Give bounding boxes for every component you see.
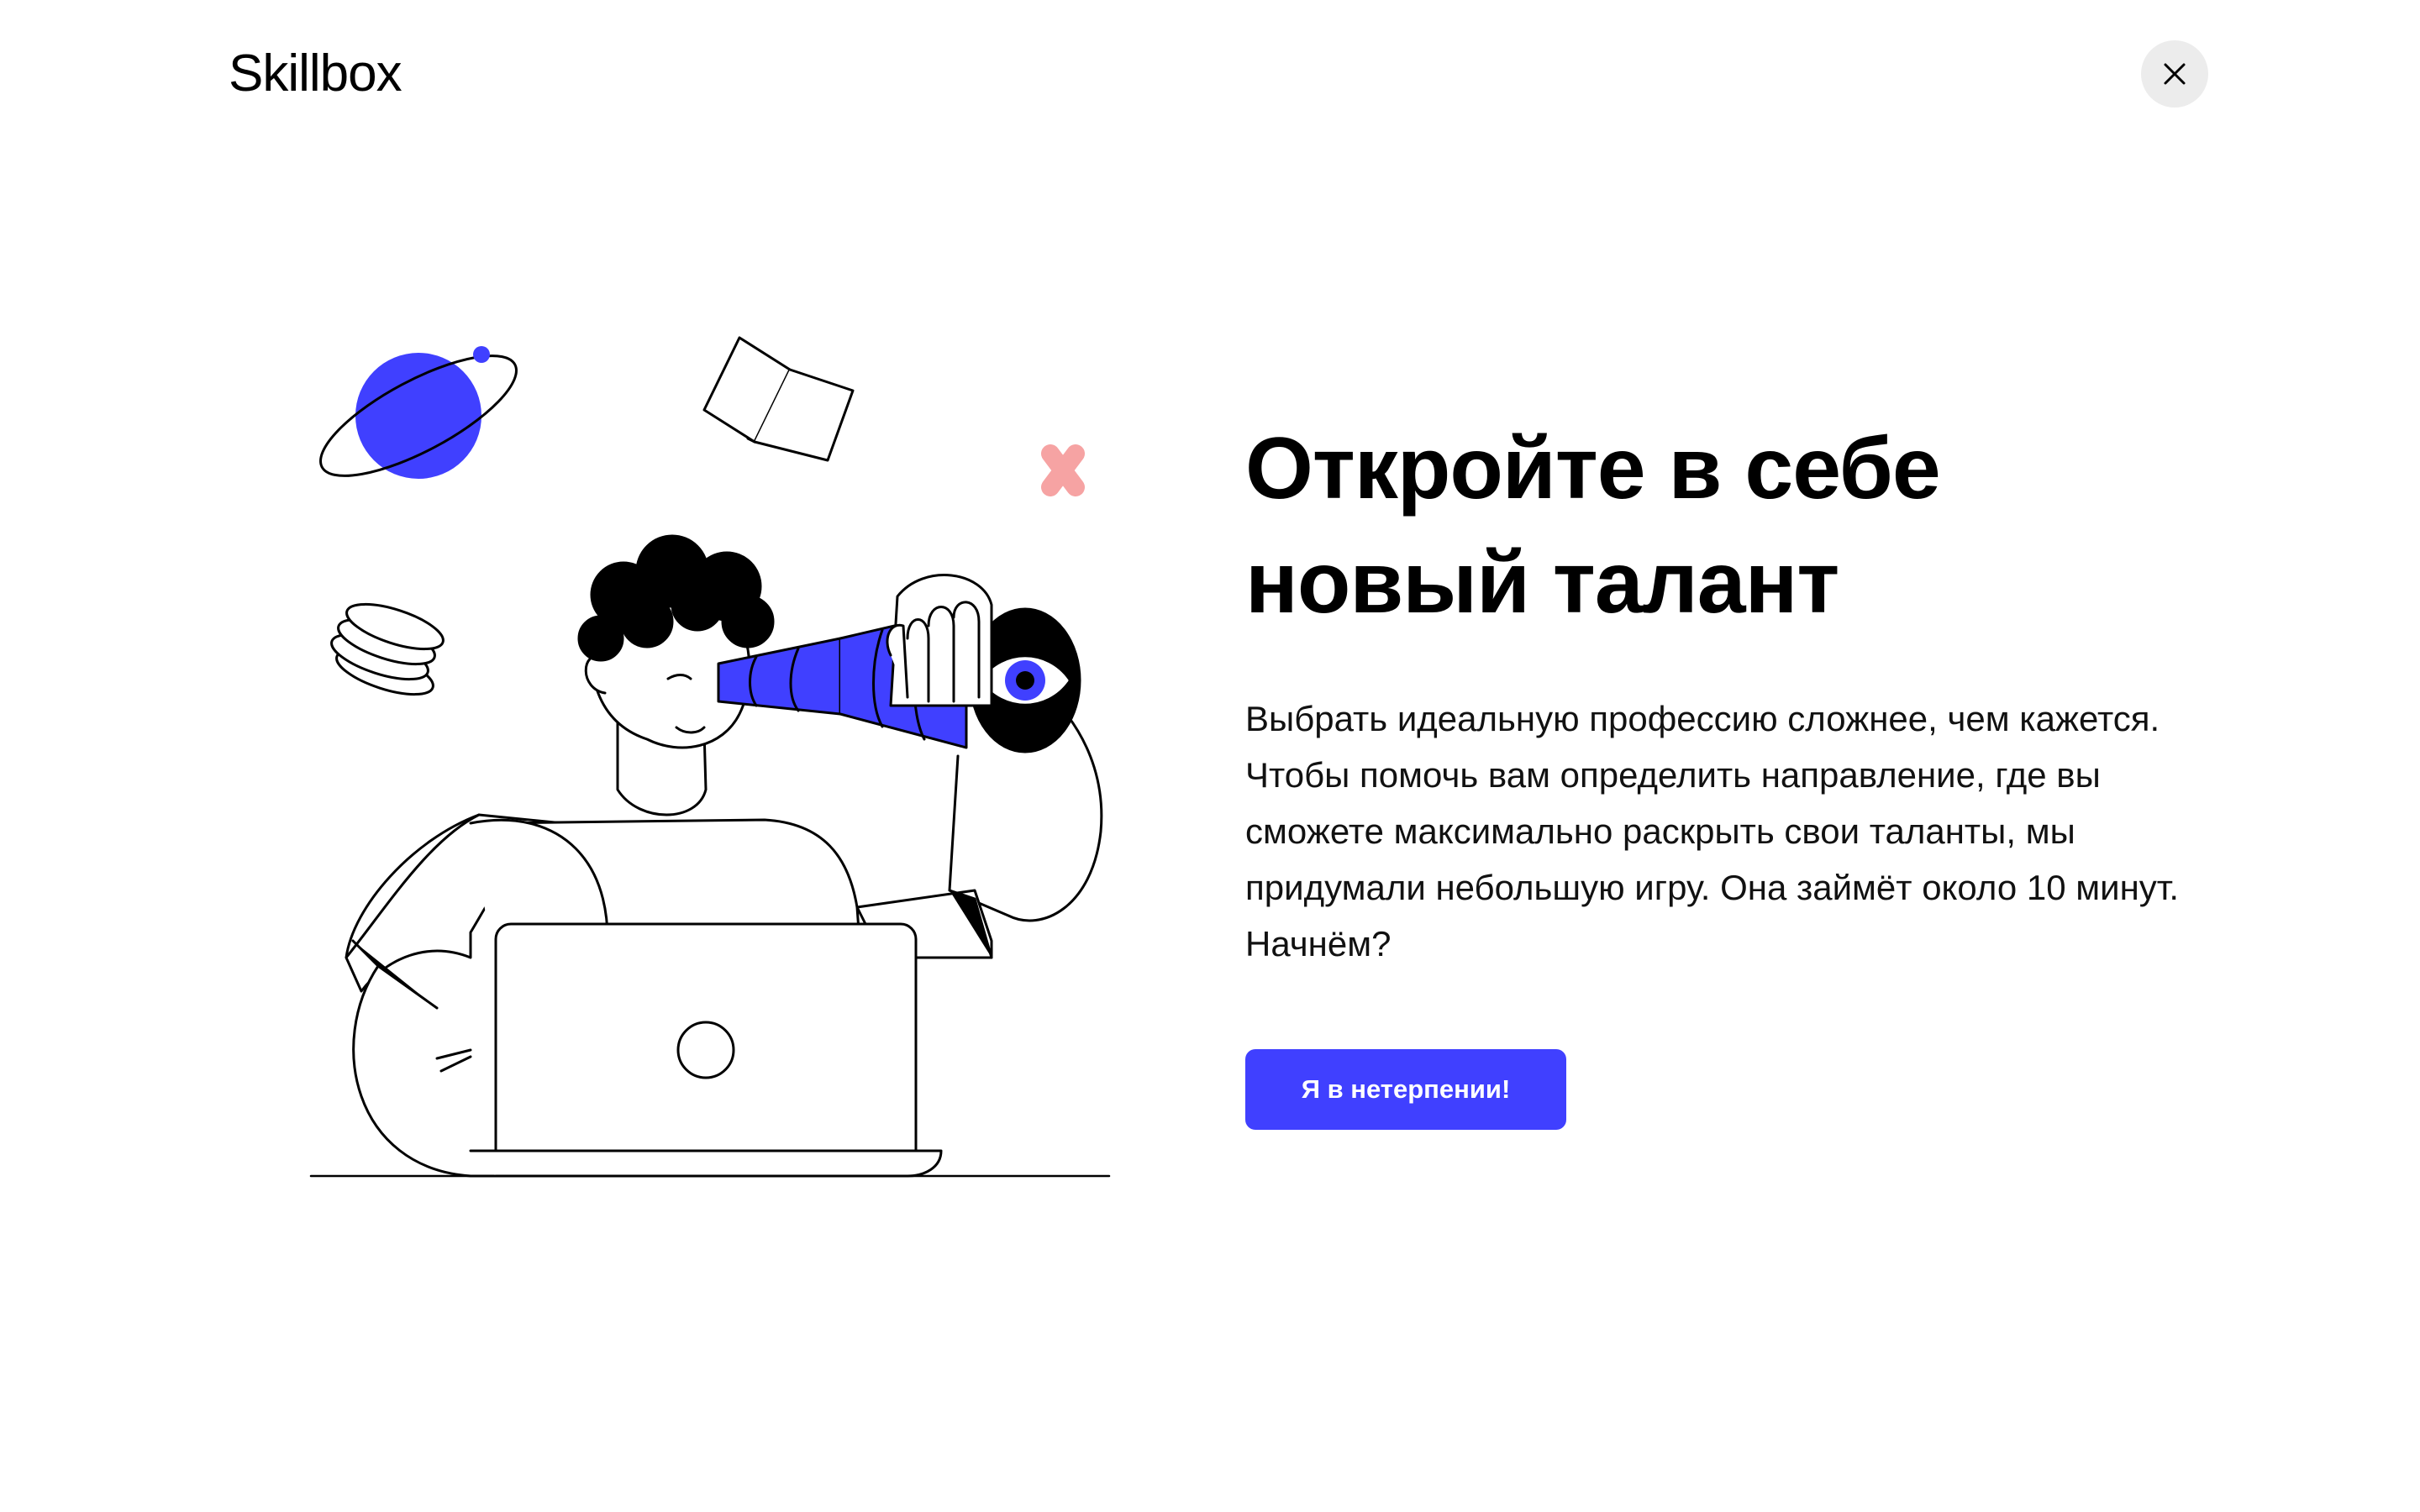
page: Skillbox Откройте в себе новый талант Вы… xyxy=(0,0,2420,1512)
hand xyxy=(886,574,993,707)
intro-content: Откройте в себе новый талант Выбрать иде… xyxy=(1245,412,2237,1130)
book-icon xyxy=(702,336,855,462)
coin-stack-icon xyxy=(330,602,445,696)
laptop-icon xyxy=(469,922,943,1178)
close-icon xyxy=(2164,63,2186,85)
intro-description: Выбрать идеальную профессию сложнее, чем… xyxy=(1245,699,2180,963)
skillbox-logo[interactable]: Skillbox xyxy=(229,40,402,108)
planet-icon xyxy=(319,346,518,479)
start-button[interactable]: Я в нетерпении! xyxy=(1245,1049,1566,1130)
sparkle-icon xyxy=(1041,444,1085,496)
page-title: Откройте в себе новый талант xyxy=(1245,420,1941,632)
person-with-telescope-illustration xyxy=(309,336,1111,1178)
close-button[interactable] xyxy=(2141,40,2208,108)
